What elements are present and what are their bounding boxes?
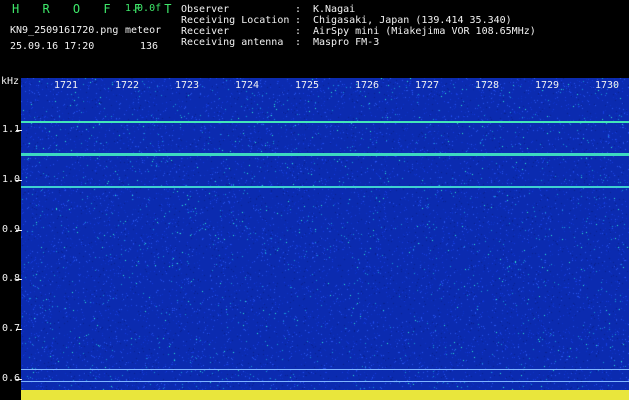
antenna-label: Receiving antenna bbox=[181, 37, 284, 48]
freq-tick bbox=[16, 180, 22, 181]
carrier-line-3 bbox=[21, 186, 629, 188]
app-version: 1.0.0f bbox=[125, 3, 162, 14]
observer-row: Observer : K.Nagai bbox=[181, 4, 536, 15]
freq-tick bbox=[16, 329, 22, 330]
header: H R O F F T 1.0.0f KN9_2509161720.png me… bbox=[0, 0, 629, 76]
separator: : bbox=[295, 37, 302, 48]
separator: : bbox=[295, 15, 302, 26]
freq-tick bbox=[16, 130, 22, 131]
time-tick-label: 1726 bbox=[355, 80, 380, 91]
receiver-row: Receiver : AirSpy mini (Miakejima VOR 10… bbox=[181, 26, 536, 37]
spectrogram-noise bbox=[21, 78, 629, 400]
freq-unit-label: kHz bbox=[1, 76, 20, 87]
time-tick-label: 1729 bbox=[535, 80, 560, 91]
location-value: Chigasaki, Japan (139.414 35.340) bbox=[313, 15, 512, 26]
timestamp: 25.09.16 17:20 bbox=[10, 41, 95, 52]
time-tick-label: 1724 bbox=[235, 80, 260, 91]
time-tick-label: 1728 bbox=[475, 80, 500, 91]
spectrogram bbox=[21, 78, 629, 400]
freq-tick bbox=[16, 379, 22, 380]
separator: : bbox=[295, 4, 302, 15]
carrier-line-2 bbox=[21, 153, 629, 156]
antenna-row: Receiving antenna : Maspro FM-3 bbox=[181, 37, 536, 48]
freq-tick bbox=[16, 230, 22, 231]
time-tick-label: 1727 bbox=[415, 80, 440, 91]
time-tick-label: 1723 bbox=[175, 80, 200, 91]
meteor-label: meteor bbox=[125, 25, 162, 36]
receiver-label: Receiver bbox=[181, 26, 230, 37]
time-tick-label: 1722 bbox=[115, 80, 140, 91]
carrier-line-1 bbox=[21, 121, 629, 123]
observer-value: K.Nagai bbox=[313, 4, 356, 15]
time-tick-label: 1721 bbox=[54, 80, 79, 91]
grid-line bbox=[21, 369, 629, 370]
observer-label: Observer bbox=[181, 4, 230, 15]
info-panel: Observer : K.Nagai Receiving Location : … bbox=[181, 4, 536, 48]
freq-tick bbox=[16, 279, 22, 280]
meteor-count: 136 bbox=[140, 41, 159, 52]
separator: : bbox=[295, 26, 302, 37]
location-label: Receiving Location bbox=[181, 15, 290, 26]
location-row: Receiving Location : Chigasaki, Japan (1… bbox=[181, 15, 536, 26]
time-tick-label: 1730 bbox=[595, 80, 620, 91]
bottom-level-bar bbox=[21, 390, 629, 400]
time-tick-label: 1725 bbox=[295, 80, 320, 91]
grid-line bbox=[21, 381, 629, 382]
receiver-value: AirSpy mini (Miakejima VOR 108.65MHz) bbox=[313, 26, 536, 37]
antenna-value: Maspro FM-3 bbox=[313, 37, 380, 48]
filename: KN9_2509161720.png bbox=[10, 25, 119, 36]
